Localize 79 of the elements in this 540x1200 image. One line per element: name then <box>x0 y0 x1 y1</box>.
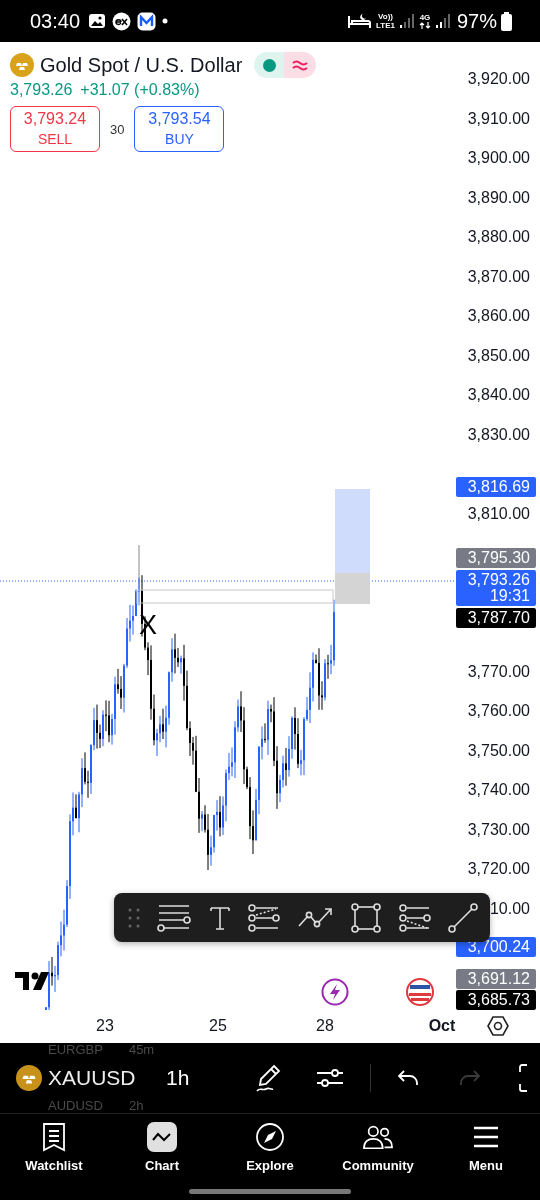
notification-dot-icon <box>162 18 169 24</box>
battery-level: 97% <box>456 9 497 33</box>
price-axis-label: 10.00 <box>489 899 530 918</box>
data-delay-indicator[interactable] <box>284 52 317 78</box>
price-axis-label: 3,860.00 <box>467 307 530 325</box>
date-axis-label: 28 <box>316 1017 334 1035</box>
interval-selector[interactable]: 1h <box>166 1066 256 1090</box>
price-axis-label: 3,770.00 <box>467 662 530 681</box>
price-axis-label: 3,890.00 <box>467 188 530 207</box>
price-axis-label: 3,850.00 <box>467 346 530 365</box>
nav-tab[interactable]: Explore <box>216 1114 324 1200</box>
price-axis-label: 3,730.00 <box>467 820 530 839</box>
date-axis-label: 25 <box>209 1017 227 1035</box>
price-tag: 3,793.26 19:31 <box>456 569 536 606</box>
price-axis-label: 3,760.00 <box>467 702 530 720</box>
rectangle-tool-icon[interactable] <box>351 902 382 933</box>
network-type-label: 4G <box>419 13 431 22</box>
settings-icon[interactable] <box>487 1015 509 1037</box>
people-icon <box>363 1123 393 1151</box>
market-status-indicator[interactable] <box>254 52 285 78</box>
gallery-icon <box>88 13 107 29</box>
price-change: +31.07 (+0.83%) <box>80 81 200 99</box>
price-axis-label: 3,910.00 <box>467 109 530 128</box>
us-flag-icon[interactable] <box>406 978 434 1006</box>
nav-tab[interactable]: Watchlist <box>0 1114 108 1200</box>
last-price: 3,793.26 <box>10 81 73 99</box>
path-tool-icon[interactable] <box>297 905 334 930</box>
price-tag: 3,787.70 <box>456 607 536 628</box>
sleep-mode-icon <box>348 13 372 29</box>
lightning-icon[interactable] <box>321 978 349 1006</box>
chart-line-icon <box>151 1130 173 1144</box>
sell-button[interactable]: 3,793.24 SELL <box>10 106 100 152</box>
signal-icon <box>434 13 451 29</box>
buy-button[interactable]: 3,793.54 BUY <box>134 106 225 152</box>
wave-icon <box>292 59 309 71</box>
drag-handle-icon[interactable] <box>128 907 140 928</box>
list-icon <box>42 1122 66 1152</box>
status-time: 03:40 <box>30 9 81 33</box>
data-arrows-icon <box>418 22 431 29</box>
price-axis-label: 3,840.00 <box>467 386 530 404</box>
compass-icon <box>255 1122 285 1152</box>
spread-value: 30 <box>110 121 125 137</box>
price-axis-label: 3,720.00 <box>467 860 530 878</box>
price-axis-label: 3,750.00 <box>467 741 530 760</box>
symbol-title: Gold Spot / U.S. Dollar <box>40 53 243 77</box>
battery-icon <box>501 11 512 31</box>
price-axis-label: 3,920.00 <box>467 70 530 88</box>
ingots-icon <box>10 53 34 77</box>
app-notification-icon <box>112 11 132 31</box>
trend-line-icon[interactable] <box>447 902 478 933</box>
date-axis-label: Oct <box>428 1017 456 1035</box>
nav-tab[interactable]: Menu <box>432 1114 540 1200</box>
undo-icon[interactable] <box>397 1069 419 1087</box>
text-tool-icon[interactable] <box>208 904 231 931</box>
lte-label: LTE1 <box>376 21 395 30</box>
horizontal-lines-icon[interactable] <box>157 903 192 932</box>
nav-tab[interactable]: Community <box>324 1114 432 1200</box>
app-notification-icon <box>137 11 157 31</box>
price-tag: 3,795.30 <box>456 547 536 568</box>
fib-levels-icon[interactable] <box>248 903 281 932</box>
price-axis-label: 3,810.00 <box>467 504 530 523</box>
price-axis-label: 3,870.00 <box>467 267 530 286</box>
price-tag: 3,685.73 <box>456 990 536 1010</box>
price-tag: 3,691.12 <box>456 969 536 989</box>
signal-icon <box>398 13 415 29</box>
symbol-selector[interactable]: XAUUSD <box>48 1066 148 1090</box>
sliders-icon[interactable] <box>316 1066 344 1090</box>
pencil-icon[interactable] <box>256 1064 282 1092</box>
price-tag: 3,816.69 <box>456 477 536 498</box>
status-dot-icon <box>262 58 276 72</box>
price-axis-label: 3,740.00 <box>467 781 530 799</box>
ingots-icon <box>16 1065 42 1091</box>
price-axis-label: 3,830.00 <box>467 425 530 444</box>
fib-levels-icon[interactable] <box>398 903 431 932</box>
date-axis-label: 23 <box>96 1017 114 1035</box>
menu-icon <box>473 1126 499 1148</box>
price-axis-label: 3,900.00 <box>467 149 530 167</box>
volte-label: Vo)) <box>378 12 393 21</box>
price-axis-label: 3,880.00 <box>467 228 530 246</box>
